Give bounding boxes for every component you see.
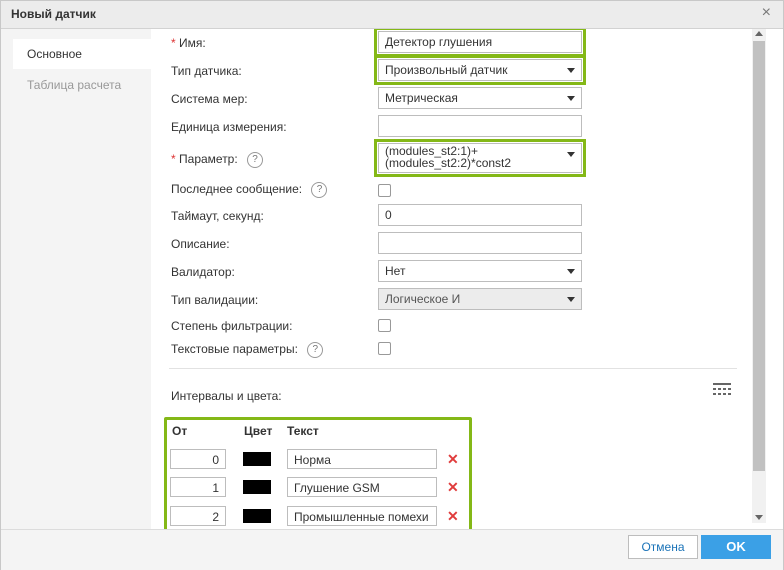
help-icon[interactable]: ? xyxy=(247,152,264,168)
scrollbar-thumb[interactable] xyxy=(753,41,765,471)
validator-label: Валидатор: xyxy=(171,265,235,279)
chevron-down-icon xyxy=(567,152,575,157)
help-icon[interactable]: ? xyxy=(307,342,324,358)
intervals-table: От Цвет Текст 0 Норма ✕ 1 Глушение GSM ✕… xyxy=(164,417,472,531)
header-color: Цвет xyxy=(244,424,273,438)
interval-from-input[interactable]: 2 xyxy=(170,506,226,526)
scroll-down-icon[interactable] xyxy=(755,515,763,520)
interval-color-swatch[interactable] xyxy=(243,452,271,466)
description-input[interactable] xyxy=(378,232,582,254)
form-content: * Имя: Детектор глушения Тип датчика: Пр… xyxy=(151,29,751,531)
delete-icon[interactable]: ✕ xyxy=(447,451,459,468)
header-text: Текст xyxy=(287,424,319,438)
sensor-type-label: Тип датчика: xyxy=(171,64,242,78)
table-grid-icon[interactable] xyxy=(713,383,731,395)
tab-basic[interactable]: Основное xyxy=(13,39,151,69)
new-sensor-dialog: Новый датчик × Основное Таблица расчета … xyxy=(0,0,784,570)
required-mark: * xyxy=(171,36,176,50)
tab-calculation-table[interactable]: Таблица расчета xyxy=(13,70,151,100)
dialog-footer: Отмена OK xyxy=(1,529,783,570)
validator-value: Нет xyxy=(385,264,406,278)
required-mark: * xyxy=(171,152,176,167)
interval-from-input[interactable]: 0 xyxy=(170,449,226,469)
chevron-down-icon xyxy=(567,96,575,101)
parameter-select[interactable]: (modules_st2:1)+ (modules_st2:2)*const2 xyxy=(374,139,586,177)
delete-icon[interactable]: ✕ xyxy=(447,479,459,496)
timeout-input[interactable]: 0 xyxy=(378,204,582,226)
sensor-type-value: Произвольный датчик xyxy=(385,63,508,77)
unit-system-value: Метрическая xyxy=(385,91,458,105)
sensor-type-select[interactable]: Произвольный датчик xyxy=(374,55,586,85)
last-message-checkbox[interactable] xyxy=(378,184,391,197)
name-label: * Имя: xyxy=(171,36,206,50)
close-icon[interactable]: × xyxy=(762,4,771,22)
intervals-title: Интервалы и цвета: xyxy=(171,389,282,403)
chevron-down-icon xyxy=(567,68,575,73)
description-label: Описание: xyxy=(171,237,230,251)
section-divider xyxy=(169,368,737,369)
interval-text-input[interactable]: Промышленные помехи xyxy=(287,506,437,526)
filtration-checkbox[interactable] xyxy=(378,319,391,332)
interval-from-input[interactable]: 1 xyxy=(170,477,226,497)
interval-color-swatch[interactable] xyxy=(243,509,271,523)
help-icon[interactable]: ? xyxy=(311,182,328,198)
chevron-down-icon xyxy=(567,297,575,302)
last-message-label: Последнее сообщение: ? xyxy=(171,182,328,198)
text-params-checkbox[interactable] xyxy=(378,342,391,355)
unit-system-select[interactable]: Метрическая xyxy=(378,87,582,109)
parameter-line-2: (modules_st2:2)*const2 xyxy=(385,156,512,170)
text-params-label: Текстовые параметры: ? xyxy=(171,342,324,358)
name-input[interactable]: Детектор глушения xyxy=(374,29,586,57)
validation-type-label: Тип валидации: xyxy=(171,293,259,307)
unit-label: Единица измерения: xyxy=(171,120,287,134)
sidebar: Основное Таблица расчета xyxy=(1,29,151,531)
interval-color-swatch[interactable] xyxy=(243,480,271,494)
interval-text-input[interactable]: Глушение GSM xyxy=(287,477,437,497)
validator-select[interactable]: Нет xyxy=(378,260,582,282)
chevron-down-icon xyxy=(567,269,575,274)
validation-type-select: Логическое И xyxy=(378,288,582,310)
filtration-label: Степень фильтрации: xyxy=(171,319,293,333)
parameter-label: * Параметр: ? xyxy=(171,152,264,168)
dialog-title: Новый датчик xyxy=(11,7,96,21)
ok-button[interactable]: OK xyxy=(701,535,771,559)
scroll-up-icon[interactable] xyxy=(755,31,763,36)
dialog-titlebar: Новый датчик × xyxy=(1,1,783,29)
unit-input[interactable] xyxy=(378,115,582,137)
delete-icon[interactable]: ✕ xyxy=(447,508,459,525)
header-from: От xyxy=(172,424,188,438)
unit-system-label: Система мер: xyxy=(171,92,248,106)
interval-text-input[interactable]: Норма xyxy=(287,449,437,469)
cancel-button[interactable]: Отмена xyxy=(628,535,698,559)
validation-type-value: Логическое И xyxy=(385,292,461,306)
timeout-label: Таймаут, секунд: xyxy=(171,209,264,223)
